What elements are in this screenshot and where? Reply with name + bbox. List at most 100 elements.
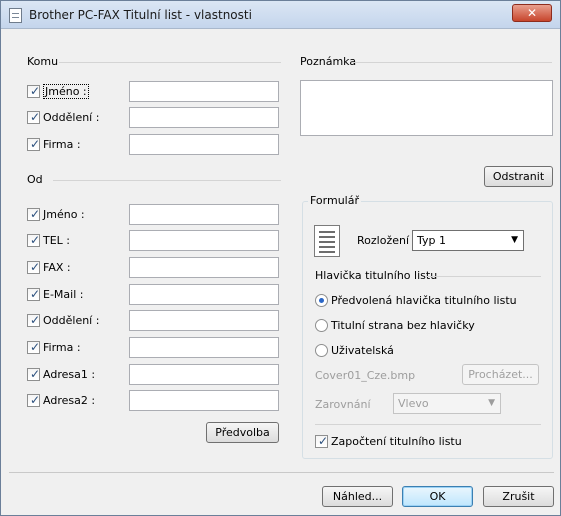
od-email-row: ✓ E-Mail : [27,287,83,301]
komu-company-label: Firma : [43,137,81,151]
chevron-down-icon: ▼ [488,398,495,408]
od-company-checkbox[interactable]: ✓ [27,339,41,354]
hlavicka-divider [427,276,541,277]
check-icon: ✓ [30,259,41,274]
od-company-row: ✓ Firma : [27,340,81,354]
check-icon: ✓ [30,232,41,247]
radio-uzivatelska-label: Uživatelská [331,343,394,357]
od-name-row: ✓ Jméno : [27,207,85,221]
od-tel-input[interactable] [129,230,279,251]
check-icon: ✓ [30,109,41,124]
prochazet-button[interactable]: Procházet... [462,364,539,385]
zrusit-button[interactable]: Zrušit [483,486,554,507]
rozlozeni-label: Rozložení [357,234,410,247]
komu-section-label: Komu [27,55,59,68]
od-fax-input[interactable] [129,257,279,278]
radio-bez-hlavicky-label: Titulní strana bez hlavičky [331,318,475,332]
check-icon: ✓ [318,433,329,448]
zarovnani-select[interactable]: Vlevo ▼ [393,393,501,414]
od-address1-row: ✓ Adresa1 : [27,367,95,381]
komu-name-input[interactable] [129,81,279,102]
od-address1-input[interactable] [129,364,279,385]
od-address2-input[interactable] [129,390,279,411]
komu-name-label: Jméno : [43,83,89,99]
od-fax-checkbox[interactable]: ✓ [27,259,41,274]
komu-department-checkbox[interactable]: ✓ [27,109,41,124]
footer-divider [9,472,554,473]
document-icon [9,8,22,23]
od-department-input[interactable] [129,310,279,331]
formular-divider [315,424,541,425]
check-icon: ✓ [30,339,41,354]
check-icon: ✓ [30,286,41,301]
zapocteni-label: Započtení titulního listu [331,434,462,448]
check-icon: ✓ [30,83,41,98]
check-icon: ✓ [30,136,41,151]
chevron-down-icon: ▼ [511,235,518,245]
predvolba-button[interactable]: Předvolba [206,422,279,443]
komu-department-label: Oddělení : [43,110,100,124]
zarovnani-label: Zarovnání [315,398,371,411]
window-title: Brother PC-FAX Titulní list - vlastnosti [29,8,252,22]
od-address1-checkbox[interactable]: ✓ [27,366,41,381]
komu-divider [59,62,281,63]
od-fax-label: FAX : [43,260,71,274]
od-address1-label: Adresa1 : [43,367,96,381]
radio-uzivatelska-row[interactable]: Uživatelská [315,343,394,357]
dialog-window: Brother PC-FAX Titulní list - vlastnosti… [0,0,561,516]
od-department-checkbox[interactable]: ✓ [27,312,41,327]
od-email-input[interactable] [129,284,279,305]
radio-predvolena-row[interactable]: Předvolená hlavička titulního listu [315,293,517,307]
close-button[interactable]: ✕ [512,4,552,22]
radio-bez-hlavicky[interactable] [315,318,328,332]
od-fax-row: ✓ FAX : [27,260,71,274]
layout-preview-icon [314,225,340,257]
file-path-text: Cover01_Cze.bmp [315,369,416,382]
zapocteni-row: ✓ Započtení titulního listu [315,434,462,448]
od-divider [53,180,281,181]
komu-department-input[interactable] [129,107,279,128]
odstranit-button[interactable]: Odstranit [484,166,553,187]
rozlozeni-select[interactable]: Typ 1 ▼ [412,230,524,251]
zarovnani-value: Vlevo [398,397,429,410]
hlavicka-label: Hlavička titulního listu [315,269,438,282]
od-company-input[interactable] [129,337,279,358]
radio-uzivatelska[interactable] [315,343,328,357]
od-department-row: ✓ Oddělení : [27,313,99,327]
od-address2-checkbox[interactable]: ✓ [27,392,41,407]
komu-name-row: ✓ Jméno : [27,83,89,99]
komu-company-row: ✓ Firma : [27,137,81,151]
od-tel-label: TEL : [43,233,71,247]
poznamka-section-label: Poznámka [300,55,357,68]
od-email-label: E-Mail : [43,287,84,301]
od-department-label: Oddělení : [43,313,100,327]
zapocteni-checkbox[interactable]: ✓ [315,433,329,448]
check-icon: ✓ [30,392,41,407]
od-tel-row: ✓ TEL : [27,233,70,247]
od-company-label: Firma : [43,340,81,354]
rozlozeni-value: Typ 1 [417,234,446,247]
od-email-checkbox[interactable]: ✓ [27,286,41,301]
poznamka-divider [353,62,552,63]
komu-company-checkbox[interactable]: ✓ [27,136,41,151]
od-name-input[interactable] [129,204,279,225]
check-icon: ✓ [30,206,41,221]
formular-section-label: Formulář [308,194,362,207]
nahled-button[interactable]: Náhled... [322,486,393,507]
od-address2-row: ✓ Adresa2 : [27,393,95,407]
radio-bez-hlavicky-row[interactable]: Titulní strana bez hlavičky [315,318,475,332]
check-icon: ✓ [30,312,41,327]
poznamka-textarea[interactable] [300,80,553,136]
komu-department-row: ✓ Oddělení : [27,110,99,124]
check-icon: ✓ [30,366,41,381]
komu-name-checkbox[interactable]: ✓ [27,83,41,98]
komu-company-input[interactable] [129,134,279,155]
radio-predvolena[interactable] [315,293,328,307]
radio-predvolena-label: Předvolená hlavička titulního listu [331,293,517,307]
title-bar: Brother PC-FAX Titulní list - vlastnosti… [1,1,560,29]
ok-button[interactable]: OK [402,486,473,507]
od-tel-checkbox[interactable]: ✓ [27,232,41,247]
od-name-checkbox[interactable]: ✓ [27,206,41,221]
od-name-label: Jméno : [43,207,85,221]
od-section-label: Od [27,173,43,186]
